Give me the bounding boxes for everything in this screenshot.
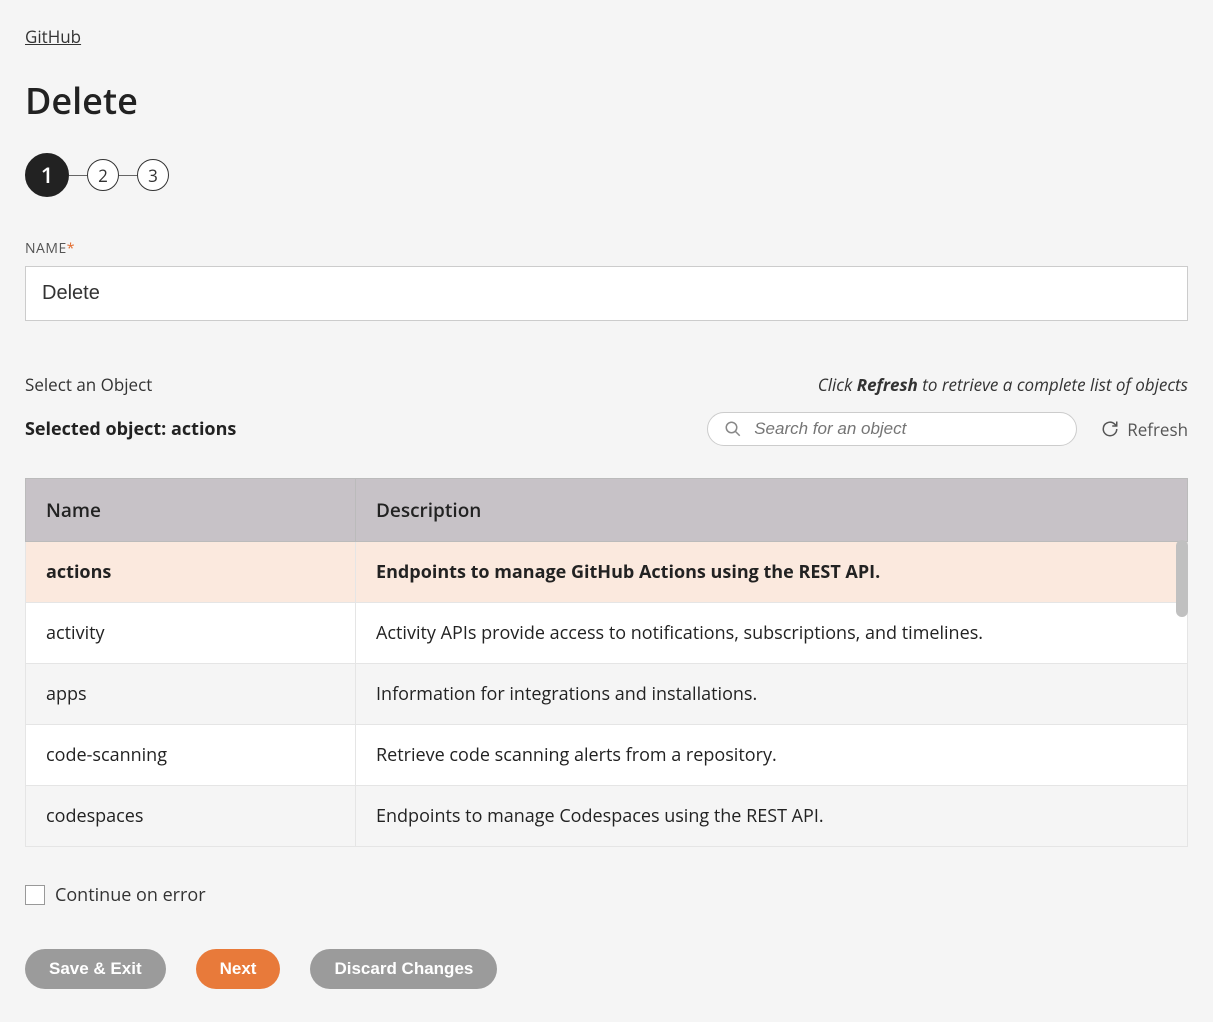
cell-name: apps [26, 664, 356, 725]
cell-description: Endpoints to manage GitHub Actions using… [356, 542, 1188, 603]
step-connector [69, 175, 87, 176]
cell-description: Endpoints to manage Codespaces using the… [356, 786, 1188, 847]
search-icon [724, 420, 742, 438]
stepper: 1 2 3 [25, 153, 1188, 197]
refresh-label: Refresh [1127, 418, 1188, 441]
table-row[interactable]: code-scanningRetrieve code scanning aler… [26, 725, 1188, 786]
continue-on-error-checkbox[interactable] [25, 885, 45, 905]
table-row[interactable]: actionsEndpoints to manage GitHub Action… [26, 542, 1188, 603]
cell-name: codespaces [26, 786, 356, 847]
required-indicator: * [67, 239, 75, 258]
table-row[interactable]: activityActivity APIs provide access to … [26, 603, 1188, 664]
select-object-label: Select an Object [25, 373, 152, 396]
selected-prefix: Selected object: [25, 417, 171, 441]
table-row[interactable]: codespacesEndpoints to manage Codespaces… [26, 786, 1188, 847]
save-exit-button[interactable]: Save & Exit [25, 949, 166, 989]
table-scrollbar[interactable] [1176, 540, 1188, 617]
table-row[interactable]: appsInformation for integrations and ins… [26, 664, 1188, 725]
object-table: Name Description actionsEndpoints to man… [25, 478, 1188, 847]
cell-name: actions [26, 542, 356, 603]
step-connector [119, 175, 137, 176]
name-field-label: NAME* [25, 239, 1188, 258]
hint-bold: Refresh [857, 373, 918, 396]
column-header-description[interactable]: Description [356, 479, 1188, 542]
next-button[interactable]: Next [196, 949, 281, 989]
step-3[interactable]: 3 [137, 159, 169, 191]
selected-value: actions [171, 417, 236, 441]
discard-changes-button[interactable]: Discard Changes [310, 949, 497, 989]
cell-description: Information for integrations and install… [356, 664, 1188, 725]
hint-prefix: Click [818, 373, 857, 396]
name-label-text: NAME [25, 239, 67, 258]
cell-name: code-scanning [26, 725, 356, 786]
name-input[interactable] [25, 266, 1188, 321]
object-table-wrap: Name Description actionsEndpoints to man… [25, 478, 1188, 847]
refresh-button[interactable]: Refresh [1101, 418, 1188, 441]
page-title: Delete [25, 76, 1188, 125]
breadcrumb-parent-link[interactable]: GitHub [25, 25, 81, 48]
step-2[interactable]: 2 [87, 159, 119, 191]
refresh-icon [1101, 420, 1119, 438]
continue-on-error-label: Continue on error [55, 883, 206, 907]
cell-name: activity [26, 603, 356, 664]
refresh-hint: Click Refresh to retrieve a complete lis… [818, 373, 1188, 396]
search-input[interactable] [754, 419, 1060, 439]
step-1[interactable]: 1 [25, 153, 69, 197]
cell-description: Activity APIs provide access to notifica… [356, 603, 1188, 664]
search-wrap[interactable] [707, 412, 1077, 446]
hint-suffix: to retrieve a complete list of objects [918, 373, 1188, 396]
selected-object-label: Selected object: actions [25, 417, 236, 441]
column-header-name[interactable]: Name [26, 479, 356, 542]
cell-description: Retrieve code scanning alerts from a rep… [356, 725, 1188, 786]
